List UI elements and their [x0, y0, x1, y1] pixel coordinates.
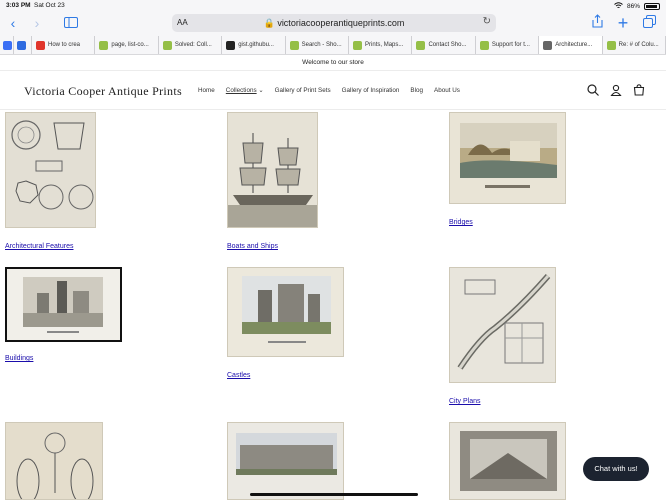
collection-link-bridges[interactable]: Bridges — [449, 219, 473, 226]
chevron-down-icon: ⌄ — [258, 87, 264, 94]
tabs-overview-icon[interactable] — [640, 14, 658, 32]
nav-about[interactable]: About Us — [434, 87, 460, 94]
tab-label: Solved: Coll... — [174, 42, 212, 48]
status-time: 3:03 PM — [6, 2, 31, 9]
collection-image-castles[interactable] — [227, 267, 344, 357]
tab-favicon-icon — [17, 41, 26, 50]
share-icon[interactable] — [588, 14, 606, 32]
address-bar[interactable]: AA 🔒 victoriacooperantiqueprints.com ↻ — [172, 14, 496, 32]
cart-icon[interactable] — [633, 83, 646, 97]
tab-label: Prints, Maps... — [365, 42, 404, 48]
nav-collections-label: Collections — [225, 87, 257, 94]
home-indicator[interactable] — [250, 493, 418, 496]
browser-tab[interactable]: Solved: Coll... — [159, 36, 223, 54]
store-logo[interactable]: Victoria Cooper Antique Prints — [24, 84, 182, 99]
browser-tab[interactable]: How to crea — [32, 36, 96, 54]
url-text: 🔒 victoriacooperantiqueprints.com — [263, 18, 405, 28]
forward-icon[interactable]: › — [28, 14, 46, 32]
browser-tab[interactable] — [14, 36, 32, 54]
nav-gallery-print-sets[interactable]: Gallery of Print Sets — [275, 87, 331, 94]
collection-link-castles[interactable]: Castles — [227, 372, 250, 379]
collection-image-row3-2[interactable] — [227, 422, 344, 500]
battery-percent: 86% — [626, 3, 640, 10]
url-value: victoriacooperantiqueprints.com — [277, 18, 405, 28]
browser-toolbar: ‹ › AA 🔒 victoriacooperantiqueprints.com… — [0, 12, 666, 34]
chat-button[interactable]: Chat with us! — [583, 457, 649, 481]
battery-icon — [644, 3, 660, 10]
collection-image-bridges[interactable] — [449, 112, 566, 204]
tab-label: Contact Sho... — [428, 42, 467, 48]
tab-favicon-icon — [162, 41, 172, 50]
screen: 3:03 PM Sat Oct 23 86% ‹ › AA 🔒 victoria… — [0, 0, 666, 500]
status-right: 86% — [614, 2, 660, 11]
browser-tab[interactable]: Prints, Maps... — [349, 36, 413, 54]
announcement-bar: Welcome to our store — [0, 55, 666, 71]
nav-collections[interactable]: Collections ⌄ — [226, 87, 264, 94]
nav-gallery-inspiration[interactable]: Gallery of Inspiration — [342, 87, 400, 94]
browser-tab[interactable]: Search - Sho... — [286, 36, 350, 54]
tab-favicon-icon — [3, 41, 12, 50]
main-nav: Home Collections ⌄ Gallery of Print Sets… — [198, 87, 460, 94]
nav-home[interactable]: Home — [198, 87, 215, 94]
tab-favicon-icon — [99, 41, 109, 50]
collection-image-city-plans[interactable] — [449, 267, 556, 383]
collection-link-architectural-features[interactable]: Architectural Features — [5, 243, 73, 250]
collection-image-row3-1[interactable] — [5, 422, 103, 500]
browser-tab[interactable]: Architecture... — [539, 36, 603, 54]
tab-label: gist.githubu... — [238, 42, 274, 48]
tab-label: Re: # of Colu... — [618, 42, 659, 48]
browser-tab[interactable]: Re: # of Colu... — [603, 36, 666, 54]
sidebar-icon[interactable] — [62, 14, 80, 32]
new-tab-icon[interactable]: + — [614, 14, 632, 32]
search-icon[interactable] — [587, 83, 600, 97]
site-header: Victoria Cooper Antique Prints Home Coll… — [0, 72, 666, 110]
nav-blog[interactable]: Blog — [410, 87, 423, 94]
tab-bar: How to crea page, list-co... Solved: Coll.… — [0, 36, 666, 54]
browser-chrome: 3:03 PM Sat Oct 23 86% ‹ › AA 🔒 victoria… — [0, 0, 666, 55]
tab-favicon-icon — [289, 41, 299, 50]
account-icon[interactable] — [610, 83, 623, 97]
tab-label: Architecture... — [555, 42, 593, 48]
reload-icon[interactable]: ↻ — [483, 16, 491, 27]
back-icon[interactable]: ‹ — [4, 14, 22, 32]
collection-image-buildings[interactable] — [5, 267, 122, 342]
browser-tab[interactable]: Support for t... — [476, 36, 540, 54]
tab-label: How to crea — [48, 42, 81, 48]
tab-favicon-icon — [543, 41, 553, 50]
browser-tab[interactable]: page, list-co... — [95, 36, 159, 54]
collection-link-boats-and-ships[interactable]: Boats and Ships — [227, 243, 278, 250]
tab-favicon-icon — [416, 41, 426, 50]
tab-favicon-icon — [36, 41, 45, 50]
browser-tab[interactable]: gist.githubu... — [222, 36, 286, 54]
status-date: Sat Oct 23 — [34, 2, 65, 9]
browser-tab[interactable] — [0, 36, 14, 54]
tab-favicon-icon — [606, 41, 616, 50]
collection-link-city-plans[interactable]: City Plans — [449, 398, 481, 405]
header-icons — [587, 83, 646, 97]
tab-favicon-icon — [353, 41, 363, 50]
tab-favicon-icon — [479, 41, 489, 50]
tab-label: page, list-co... — [111, 42, 149, 48]
collection-link-buildings[interactable]: Buildings — [5, 355, 33, 362]
collection-image-row3-3[interactable] — [449, 422, 566, 500]
tab-label: Support for t... — [491, 42, 530, 48]
collection-image-boats-and-ships[interactable] — [227, 112, 318, 228]
status-bar: 3:03 PM Sat Oct 23 86% — [0, 0, 666, 12]
wifi-icon — [614, 2, 623, 11]
tab-favicon-icon — [226, 41, 236, 50]
collection-image-architectural-features[interactable] — [5, 112, 96, 228]
tab-label: Search - Sho... — [301, 42, 342, 48]
browser-tab[interactable]: Contact Sho... — [412, 36, 476, 54]
